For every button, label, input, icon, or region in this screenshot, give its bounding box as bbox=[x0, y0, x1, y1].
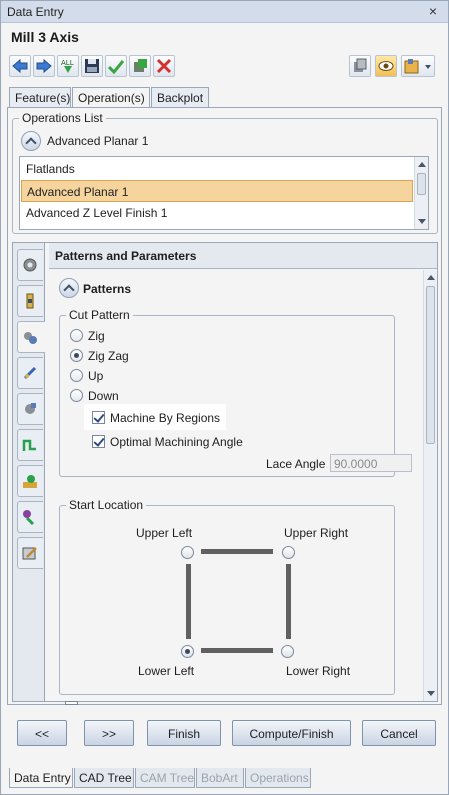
start-location-label: Start Location bbox=[66, 498, 147, 512]
machine-by-regions-check[interactable] bbox=[92, 411, 105, 424]
radio-up-label: Up bbox=[88, 369, 104, 383]
checkmark-icon[interactable] bbox=[105, 55, 127, 77]
tab-backplot[interactable]: Backplot bbox=[151, 87, 209, 108]
tool-holder-icon[interactable] bbox=[17, 285, 43, 317]
patterns-section-title: Patterns bbox=[83, 282, 132, 296]
next-button[interactable]: >> bbox=[84, 720, 134, 746]
scroll-down-icon[interactable] bbox=[427, 691, 435, 696]
tab-bobart[interactable]: BobArt bbox=[196, 768, 244, 788]
list-item[interactable]: Advanced Z Level Finish 1 bbox=[21, 202, 413, 224]
machine-by-regions-label: Machine By Regions bbox=[110, 411, 221, 425]
radio-zig-label: Zig bbox=[88, 329, 105, 343]
parameters-container: Patterns and Parameters Patterns Cut Pat… bbox=[12, 242, 438, 705]
prev-button[interactable]: << bbox=[17, 720, 67, 746]
link-icon[interactable] bbox=[17, 501, 43, 533]
radio-zig-button[interactable] bbox=[70, 329, 83, 342]
stock-icon[interactable] bbox=[349, 55, 371, 77]
list-item[interactable]: Flatlands bbox=[21, 158, 413, 180]
operations-panel: Operations List Advanced Planar 1 Flatla… bbox=[7, 107, 442, 705]
bottom-edge bbox=[201, 648, 273, 653]
radio-up-button[interactable] bbox=[70, 369, 83, 382]
finish-button[interactable]: Finish bbox=[147, 720, 221, 746]
data-entry-window: Data Entry × Mill 3 Axis ALL Feature(s) … bbox=[0, 0, 449, 795]
parameters-pane: Patterns and Parameters Patterns Cut Pat… bbox=[49, 243, 437, 705]
tab-features[interactable]: Feature(s) bbox=[9, 87, 71, 108]
start-location-group: Start Location Upper Left Upper Right Lo… bbox=[59, 498, 395, 695]
scroll-up-icon[interactable] bbox=[418, 162, 426, 167]
cut-params-icon[interactable] bbox=[17, 393, 43, 425]
lower-left-label: Lower Left bbox=[138, 664, 195, 678]
lower-left-radio[interactable] bbox=[181, 645, 194, 658]
top-edge bbox=[201, 549, 273, 554]
params-scrollbar[interactable] bbox=[423, 270, 437, 701]
tab-data-entry[interactable]: Data Entry bbox=[9, 768, 73, 788]
delete-icon[interactable] bbox=[153, 55, 175, 77]
operations-list-group: Operations List Advanced Planar 1 Flatla… bbox=[12, 111, 438, 234]
eye-icon[interactable] bbox=[375, 55, 397, 77]
toolbar: ALL bbox=[9, 55, 439, 79]
optimal-angle-label: Optimal Machining Angle bbox=[110, 435, 243, 449]
right-edge bbox=[286, 564, 291, 639]
scroll-thumb[interactable] bbox=[417, 173, 426, 195]
radio-down-button[interactable] bbox=[70, 389, 83, 402]
feed-icon[interactable] bbox=[17, 357, 43, 389]
upper-left-radio[interactable] bbox=[181, 546, 194, 559]
tab-cam-tree[interactable]: CAM Tree bbox=[135, 768, 195, 788]
operations-list-label: Operations List bbox=[19, 111, 106, 125]
save-icon[interactable] bbox=[81, 55, 103, 77]
all-down-icon[interactable]: ALL bbox=[57, 55, 79, 77]
tool-icon[interactable] bbox=[401, 55, 435, 77]
scroll-thumb[interactable] bbox=[426, 286, 435, 444]
lace-angle-label: Lace Angle bbox=[266, 457, 326, 471]
pattern-gears-icon[interactable] bbox=[17, 321, 45, 353]
radio-down-label: Down bbox=[88, 389, 119, 403]
machine-icon[interactable] bbox=[129, 55, 151, 77]
current-operation: Advanced Planar 1 bbox=[47, 134, 149, 148]
patterns-collapse-icon[interactable] bbox=[59, 278, 79, 298]
page-title: Mill 3 Axis bbox=[11, 29, 79, 45]
lower-right-label: Lower Right bbox=[286, 664, 351, 678]
close-icon[interactable]: × bbox=[426, 3, 440, 19]
scroll-down-icon[interactable] bbox=[418, 219, 426, 224]
arrow-right-icon[interactable] bbox=[33, 55, 55, 77]
lower-right-radio[interactable] bbox=[281, 645, 294, 658]
collapse-icon[interactable] bbox=[21, 131, 41, 151]
optimal-angle-check[interactable] bbox=[92, 435, 105, 448]
operations-scrollbar[interactable] bbox=[414, 157, 428, 229]
entry-exit-icon[interactable] bbox=[17, 429, 43, 461]
upper-right-label: Upper Right bbox=[284, 526, 349, 540]
window-title: Data Entry bbox=[7, 5, 64, 19]
partial-checkbox[interactable] bbox=[65, 701, 78, 705]
params-header: Patterns and Parameters bbox=[49, 243, 437, 269]
svg-text:ALL: ALL bbox=[61, 59, 74, 67]
arrow-left-icon[interactable] bbox=[9, 55, 31, 77]
operations-listbox: Flatlands Advanced Planar 1 Advanced Z L… bbox=[19, 156, 429, 230]
clearance-icon[interactable] bbox=[17, 465, 43, 497]
edit-icon[interactable] bbox=[17, 537, 43, 569]
cancel-button[interactable]: Cancel bbox=[362, 720, 436, 746]
cut-pattern-label: Cut Pattern bbox=[66, 308, 133, 322]
tab-operations-bottom[interactable]: Operations bbox=[245, 768, 311, 788]
title-bar: Data Entry × bbox=[1, 1, 448, 23]
upper-left-label: Upper Left bbox=[136, 526, 193, 540]
cut-pattern-group: Cut Pattern Zig Zig Zag Up Down Machine … bbox=[59, 308, 412, 477]
radio-zigzag-button[interactable] bbox=[70, 349, 83, 362]
tab-operations[interactable]: Operation(s) bbox=[72, 87, 150, 109]
gear-icon[interactable] bbox=[17, 249, 43, 281]
tab-cad-tree[interactable]: CAD Tree bbox=[74, 768, 134, 788]
scroll-up-icon[interactable] bbox=[427, 275, 435, 280]
vertical-tabs bbox=[13, 243, 45, 701]
lace-angle-input[interactable]: 90.0000 bbox=[330, 454, 412, 472]
upper-right-radio[interactable] bbox=[282, 546, 295, 559]
compute-finish-button[interactable]: Compute/Finish bbox=[232, 720, 351, 746]
radio-zigzag-label: Zig Zag bbox=[88, 349, 129, 363]
list-item-selected[interactable]: Advanced Planar 1 bbox=[21, 180, 413, 202]
left-edge bbox=[186, 564, 191, 639]
